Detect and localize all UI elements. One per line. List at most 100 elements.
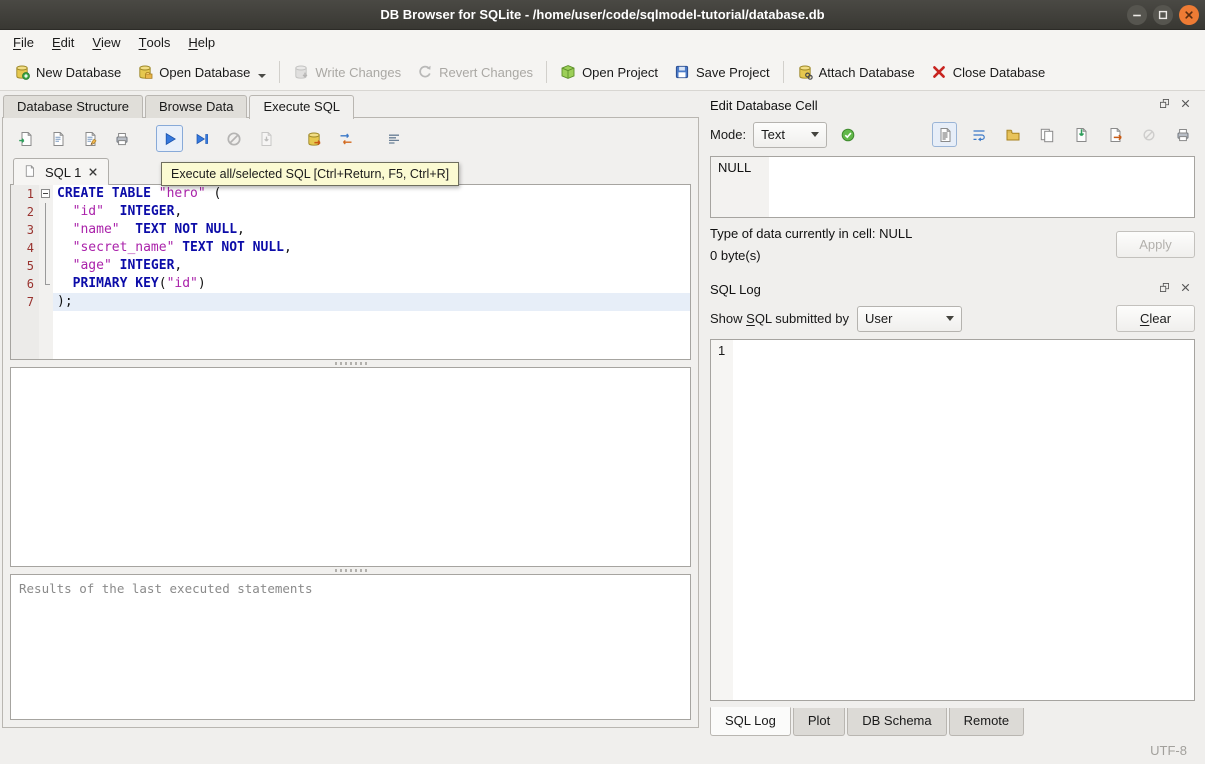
- tab-sql-log[interactable]: SQL Log: [710, 707, 791, 736]
- close-panel-icon[interactable]: [1179, 281, 1195, 297]
- dropdown-arrow-icon: [811, 132, 820, 137]
- attach-database-icon: [797, 64, 813, 80]
- print-sql-button[interactable]: [108, 125, 135, 152]
- save-project-label: Save Project: [695, 64, 770, 80]
- open-file-icon: [1005, 127, 1021, 143]
- menu-file[interactable]: File: [4, 30, 43, 54]
- edit-cell-header: Edit Database Cell: [710, 93, 1195, 117]
- new-database-button[interactable]: New Database: [6, 59, 129, 85]
- text-mode-button[interactable]: [932, 122, 957, 147]
- dropdown-caret-icon[interactable]: [258, 74, 267, 78]
- code-text: PRIMARY KEY("id"): [72, 276, 206, 291]
- copy-cell-button[interactable]: [1034, 122, 1059, 147]
- execute-sql-panel: SQL 1 Execute all/selected SQL [Ctrl+Ret…: [2, 117, 699, 728]
- autodetect-button[interactable]: [834, 121, 861, 148]
- menu-help[interactable]: Help: [179, 30, 224, 54]
- fold-column: [39, 239, 53, 257]
- print-icon: [1175, 127, 1191, 143]
- cell-type-info: Type of data currently in cell: NULL: [710, 226, 913, 241]
- cell-editor[interactable]: NULL: [710, 156, 1195, 218]
- save-sql-as-button[interactable]: [76, 125, 103, 152]
- open-in-editor-button[interactable]: [1000, 122, 1025, 147]
- sql-log-area[interactable]: 1: [710, 339, 1195, 701]
- maximize-button[interactable]: [1153, 5, 1173, 25]
- mode-combobox[interactable]: Text: [753, 121, 828, 148]
- tab-db-schema[interactable]: DB Schema: [847, 708, 947, 736]
- results-message-area: Results of the last executed statements: [10, 574, 691, 720]
- tab-database-structure[interactable]: Database Structure: [3, 95, 144, 118]
- code-line: 2 "id" INTEGER,: [11, 203, 690, 221]
- window-title: DB Browser for SQLite - /home/user/code/…: [380, 7, 825, 22]
- menu-tools[interactable]: Tools: [130, 30, 180, 54]
- word-wrap-button[interactable]: [966, 122, 991, 147]
- statusbar: UTF-8: [0, 736, 1205, 764]
- close-panel-icon[interactable]: [1179, 97, 1195, 113]
- float-panel-icon[interactable]: [1158, 97, 1174, 113]
- splitter-handle[interactable]: [10, 360, 691, 367]
- apply-button[interactable]: Apply: [1116, 231, 1195, 258]
- fold-collapse-icon[interactable]: [41, 189, 50, 198]
- cell-value-area: NULL: [711, 157, 769, 217]
- open-project-button[interactable]: Open Project: [552, 59, 666, 85]
- revert-changes-label: Revert Changes: [439, 64, 534, 80]
- code-text: "id" INTEGER,: [72, 204, 183, 219]
- sql-log-header: SQL Log: [710, 277, 1195, 301]
- splitter-handle[interactable]: [10, 567, 691, 574]
- fold-column: [39, 293, 53, 311]
- open-database-button[interactable]: Open Database: [129, 59, 274, 85]
- print-cell-button[interactable]: [1170, 122, 1195, 147]
- minimize-button[interactable]: [1127, 5, 1147, 25]
- line-number: 2: [11, 203, 39, 221]
- line-number: 7: [11, 293, 39, 311]
- execute-all-button[interactable]: [156, 125, 183, 152]
- menu-edit[interactable]: Edit: [43, 30, 83, 54]
- tab-execute-sql[interactable]: Execute SQL: [249, 95, 355, 119]
- open-database-label: Open Database: [159, 64, 251, 80]
- results-grid[interactable]: [10, 367, 691, 567]
- close-tab-icon[interactable]: [87, 166, 99, 178]
- line-number: 5: [11, 257, 39, 275]
- line-number: 3: [11, 221, 39, 239]
- dropdown-arrow-icon: [946, 316, 954, 321]
- code-text: );: [53, 293, 690, 311]
- main-content: Database Structure Browse Data Execute SQL…: [0, 91, 1205, 736]
- titlebar[interactable]: DB Browser for SQLite - /home/user/code/…: [0, 0, 1205, 30]
- export-cell-button[interactable]: [1102, 122, 1127, 147]
- execute-line-button[interactable]: [188, 125, 215, 152]
- new-database-label: New Database: [36, 64, 122, 80]
- open-sql-file-icon: [18, 131, 34, 147]
- submitter-value: User: [865, 311, 893, 326]
- open-sql-file-button[interactable]: [12, 125, 39, 152]
- open-database-icon: [137, 64, 153, 80]
- cell-mode-row: Mode: Text: [710, 121, 1195, 148]
- line-number: 1: [11, 185, 39, 203]
- export-results-icon: [306, 131, 322, 147]
- app-window: DB Browser for SQLite - /home/user/code/…: [0, 0, 1205, 764]
- format-sql-icon: [386, 131, 402, 147]
- write-changes-label: Write Changes: [315, 64, 402, 80]
- sql-editor-tab[interactable]: SQL 1: [13, 158, 110, 185]
- edit-cell-dock: Edit Database Cell Mode: Text NULL Type …: [710, 93, 1195, 273]
- find-replace-button[interactable]: [332, 125, 359, 152]
- window-controls: [1127, 5, 1199, 25]
- clear-button[interactable]: Clear: [1116, 305, 1195, 332]
- main-tab-bar: Database Structure Browse Data Execute SQL: [0, 91, 706, 119]
- close-icon: [1181, 7, 1197, 23]
- save-project-button[interactable]: Save Project: [666, 59, 778, 85]
- import-cell-button[interactable]: [1068, 122, 1093, 147]
- menu-view[interactable]: View: [83, 30, 129, 54]
- sql-editor[interactable]: 1 CREATE TABLE "hero" (2 "id" INTEGER, 3 "…: [10, 184, 691, 360]
- attach-database-button[interactable]: Attach Database: [789, 59, 923, 85]
- tab-plot[interactable]: Plot: [792, 708, 846, 736]
- tab-remote[interactable]: Remote: [948, 708, 1025, 736]
- close-database-button[interactable]: Close Database: [923, 59, 1054, 85]
- tab-browse-data[interactable]: Browse Data: [145, 95, 248, 118]
- format-sql-button[interactable]: [380, 125, 407, 152]
- save-sql-file-button[interactable]: [44, 125, 71, 152]
- write-changes-button: Write Changes: [285, 59, 409, 85]
- export-results-button[interactable]: [300, 125, 327, 152]
- submitter-combobox[interactable]: User: [857, 305, 962, 332]
- close-button[interactable]: [1179, 5, 1199, 25]
- float-panel-icon[interactable]: [1158, 281, 1174, 297]
